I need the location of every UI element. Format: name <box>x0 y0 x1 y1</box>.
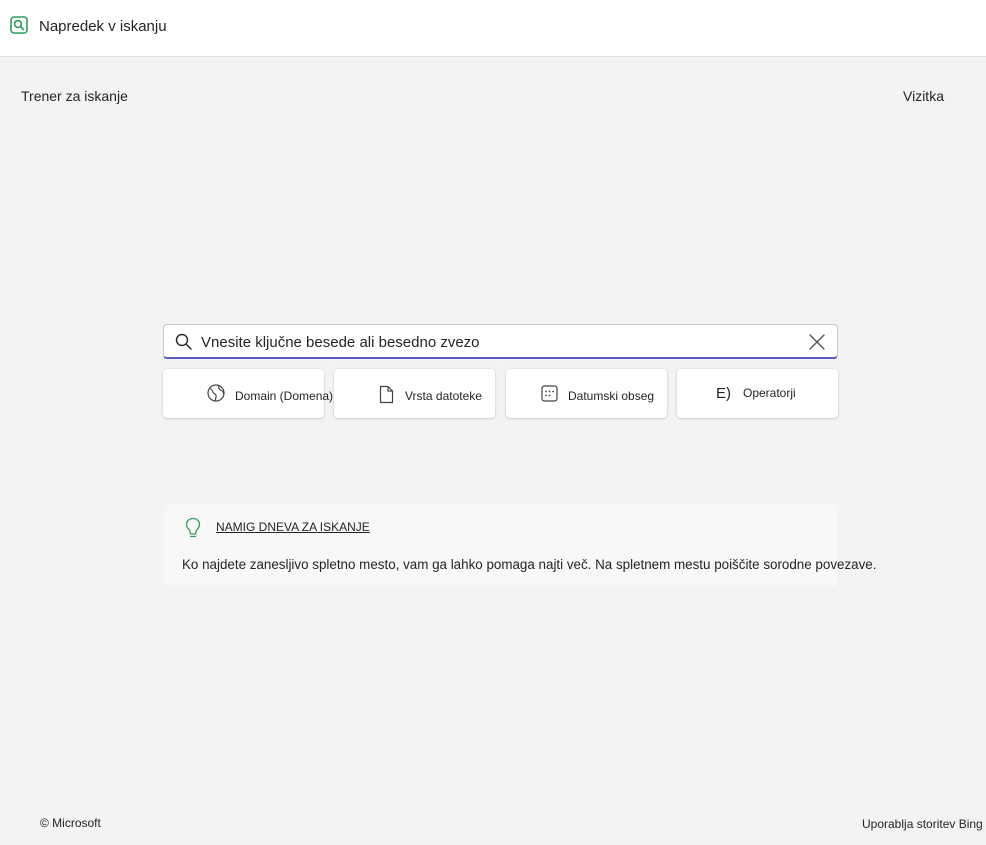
filter-label: Vrsta datoteke <box>405 389 482 403</box>
search-icon <box>175 333 192 350</box>
filter-label: Datumski obseg <box>568 389 655 403</box>
file-type-filter-button[interactable]: Vrsta datoteke <box>334 369 495 418</box>
search-input[interactable] <box>201 331 791 353</box>
operators-icon: E) <box>716 385 731 402</box>
filter-label: Operatorji <box>743 386 796 400</box>
date-range-filter-button[interactable]: Datumski obseg <box>506 369 667 418</box>
close-icon[interactable] <box>807 332 827 352</box>
app-title: Napredek v iskanju <box>39 18 167 35</box>
tip-heading: NAMIG DNEVA ZA ISKANJE <box>216 520 370 534</box>
globe-icon <box>207 384 225 402</box>
copyright-text: © Microsoft <box>40 816 101 830</box>
search-tip-card: NAMIG DNEVA ZA ISKANJE Ko najdete zanesl… <box>164 504 876 587</box>
filter-label: Domain (Domena) <box>235 389 334 403</box>
calendar-icon <box>541 385 558 402</box>
search-app-icon <box>10 16 28 34</box>
search-box <box>163 324 838 359</box>
powered-by-text: Uporablja storitev Bing <box>862 817 983 831</box>
domain-filter-button[interactable]: Domain (Domena) <box>163 369 333 418</box>
search-coach-link[interactable]: Trener za iskanje <box>21 88 128 104</box>
operators-filter-button[interactable]: E) Operatorji <box>677 369 838 418</box>
lightbulb-icon <box>185 517 201 538</box>
document-icon <box>379 385 394 404</box>
about-link[interactable]: Vizitka <box>903 88 944 104</box>
title-bar: Napredek v iskanju <box>0 0 986 57</box>
tip-text: Ko najdete zanesljivo spletno mesto, vam… <box>182 557 877 572</box>
